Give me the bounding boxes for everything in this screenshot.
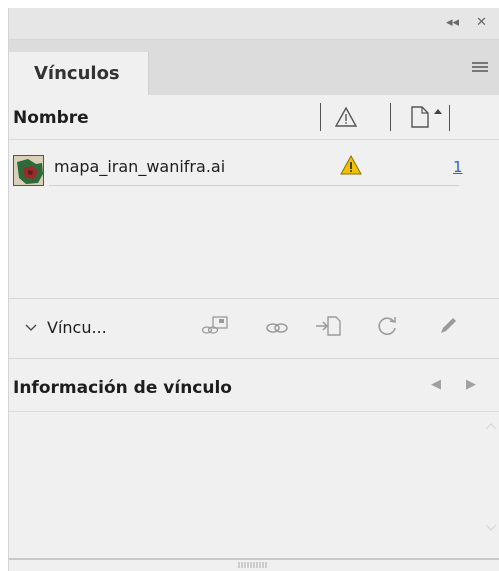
links-panel: ◂◂ ✕ Vínculos Nombre mapa_iran_wanifra.a… <box>8 8 499 571</box>
update-link-icon[interactable] <box>375 315 399 337</box>
hamburger-menu-icon[interactable] <box>472 62 488 73</box>
page-icon[interactable] <box>411 106 429 128</box>
link-info-header: Información de vínculo ◀ ▶ <box>9 359 499 411</box>
relink-from-cc-icon[interactable] <box>201 315 229 337</box>
sort-up-icon[interactable] <box>433 107 443 117</box>
resize-bar[interactable] <box>9 558 499 571</box>
next-link-icon[interactable]: ▶ <box>466 377 476 392</box>
links-toolbar: Víncu... <box>9 299 499 357</box>
tab-row: Vínculos <box>9 40 499 95</box>
close-panel-icon[interactable]: ✕ <box>476 14 487 32</box>
file-thumbnail <box>13 155 44 186</box>
collapse-panel-icon[interactable]: ◂◂ <box>446 14 459 32</box>
column-divider[interactable] <box>449 105 450 131</box>
page-number-link[interactable]: 1 <box>453 158 463 176</box>
link-row[interactable]: mapa_iran_wanifra.ai 1 <box>9 141 499 189</box>
scroll-up-icon[interactable] <box>485 422 497 430</box>
edit-original-icon[interactable] <box>437 315 459 337</box>
column-divider[interactable] <box>320 103 321 131</box>
warning-triangle-icon[interactable] <box>340 155 362 175</box>
warning-triangle-icon[interactable] <box>335 107 357 127</box>
resize-grip-icon[interactable] <box>237 562 271 568</box>
chevron-down-icon[interactable] <box>25 324 37 332</box>
go-to-link-icon[interactable] <box>315 315 341 337</box>
scroll-down-icon[interactable] <box>485 524 497 532</box>
relink-icon[interactable] <box>265 321 289 335</box>
tab-links[interactable]: Vínculos <box>9 52 149 95</box>
previous-link-icon[interactable]: ◀ <box>431 377 441 392</box>
row-divider <box>49 185 459 186</box>
panel-titlebar: ◂◂ ✕ <box>9 8 499 40</box>
column-header: Nombre <box>9 95 499 140</box>
link-info-area <box>9 412 499 571</box>
column-name-header[interactable]: Nombre <box>13 108 89 128</box>
column-divider[interactable] <box>390 103 391 131</box>
file-name[interactable]: mapa_iran_wanifra.ai <box>54 157 225 176</box>
link-info-title[interactable]: Información de vínculo <box>13 378 232 398</box>
toolbar-label[interactable]: Víncu... <box>47 318 107 337</box>
